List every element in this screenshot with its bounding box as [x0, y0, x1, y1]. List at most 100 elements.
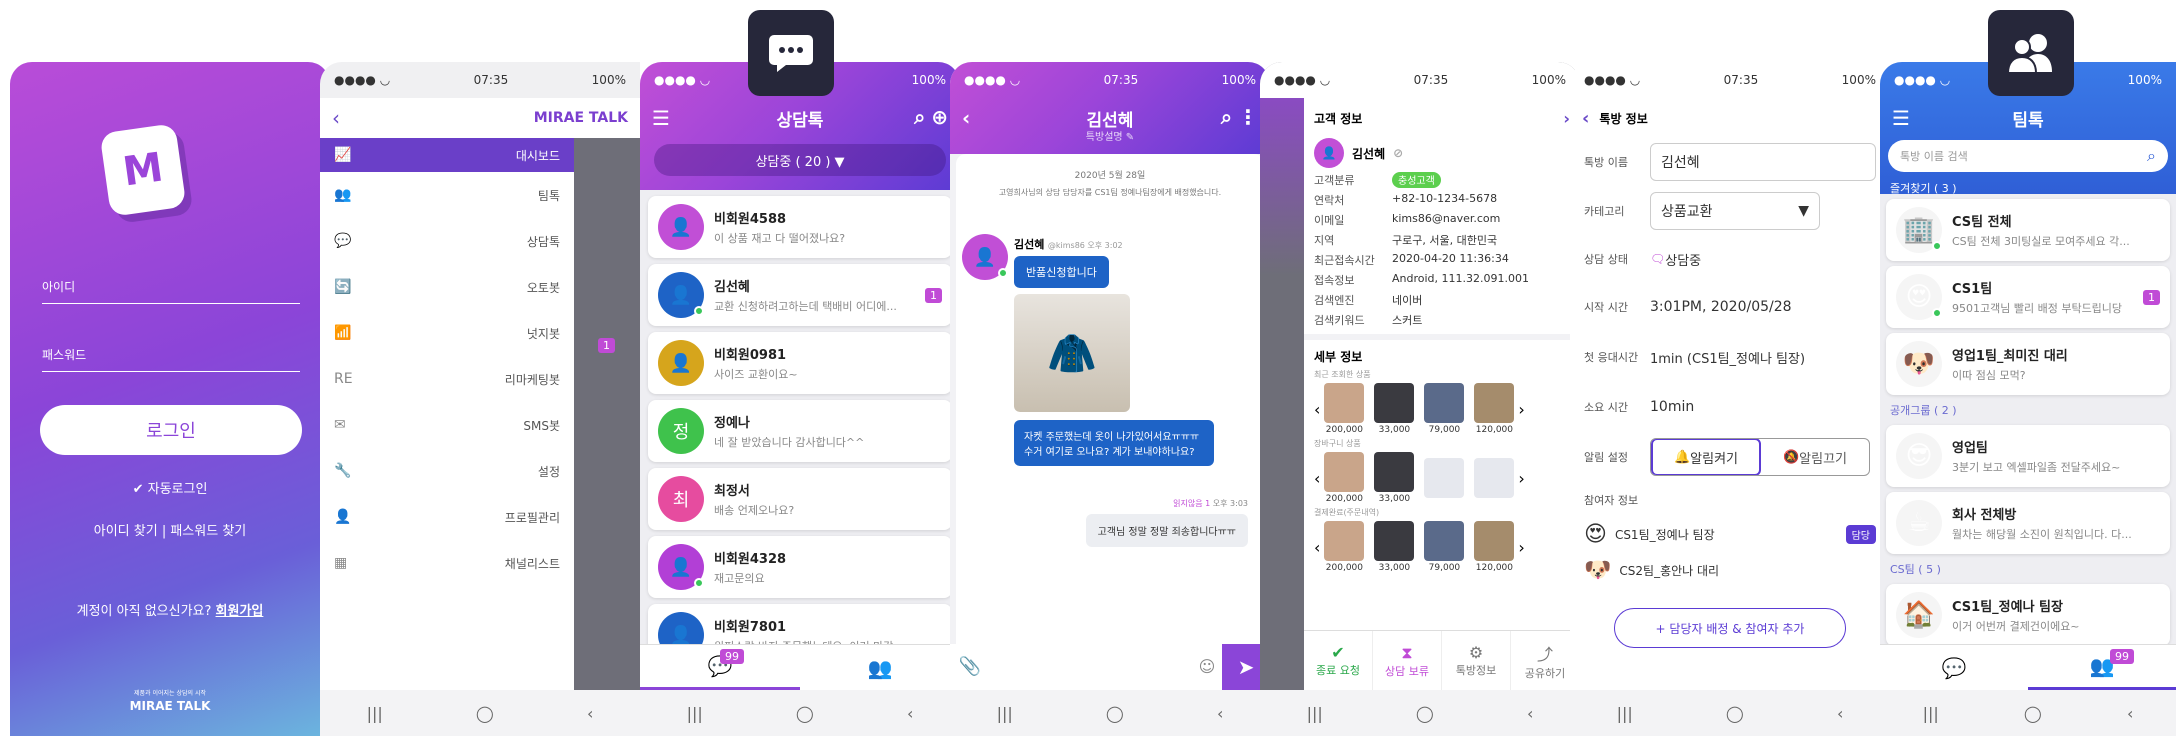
menu-item[interactable]: 💬 상담톡 — [320, 218, 574, 264]
conversation-item[interactable]: 👤 비회원0981 사이즈 교환이요~ — [648, 332, 952, 394]
menu-item[interactable]: ✉ SMS봇 — [320, 402, 574, 448]
emoji-icon[interactable]: ☺ — [1192, 659, 1222, 675]
tab-team[interactable]: 👥 99 — [2028, 645, 2176, 690]
chevron-left-icon[interactable]: ‹ — [1314, 538, 1320, 557]
team-room-item[interactable]: 🏢 CS팀 전체 CS팀 전체 3미팅실로 모여주세요 각... — [1886, 199, 2170, 261]
recents-icon[interactable]: ||| — [367, 704, 383, 723]
alarm-on-button[interactable]: 🔔 알림켜기 — [1651, 439, 1761, 475]
recents-icon[interactable]: ||| — [1617, 704, 1633, 723]
search-icon[interactable]: ⌕ — [2147, 146, 2156, 166]
find-id-link[interactable]: 아이디 찾기 — [94, 524, 158, 539]
home-icon[interactable]: ◯ — [476, 704, 494, 723]
hamburger-menu-icon[interactable]: ☰ — [1892, 108, 1910, 128]
product-thumbnail[interactable] — [1424, 458, 1465, 498]
more-vertical-icon[interactable]: ⋮ — [1238, 107, 1258, 127]
back-icon[interactable]: ‹ — [1217, 704, 1223, 723]
hamburger-menu-icon[interactable]: ☰ — [652, 108, 670, 128]
chevron-right-icon[interactable]: › — [1563, 109, 1570, 128]
back-arrow-icon[interactable]: ‹ — [962, 108, 970, 128]
product-thumbnail[interactable]: 200,000 — [1324, 452, 1365, 504]
conversation-item[interactable]: 정 정예나 네 잘 받았습니다 감사합니다^^ — [648, 400, 952, 462]
customer-avatar[interactable]: 👤 — [962, 234, 1008, 280]
conversation-item[interactable]: 👤 비회원4588 이 상품 재고 다 떨어졌나요? — [648, 196, 952, 258]
product-thumbnail[interactable]: 200,000 — [1324, 383, 1365, 435]
status-filter-dropdown[interactable]: 상담중 ( 20 ) ▼ — [654, 144, 946, 176]
recents-icon[interactable]: ||| — [1923, 704, 1939, 723]
tab-consult[interactable]: 💬 99 — [640, 645, 800, 690]
product-photo[interactable]: 🧥 — [1014, 294, 1130, 412]
participant-row[interactable]: 🐶 CS2팀_홍안나 대리 — [1584, 552, 1876, 588]
chevron-right-icon[interactable]: › — [1518, 538, 1524, 557]
back-arrow-icon[interactable]: ‹ — [332, 108, 340, 128]
recents-icon[interactable]: ||| — [997, 704, 1013, 723]
product-thumbnail[interactable] — [1474, 458, 1515, 498]
product-thumbnail[interactable]: 200,000 — [1324, 521, 1365, 573]
menu-item[interactable]: 👥 팀톡 — [320, 172, 574, 218]
product-thumbnail[interactable]: 33,000 — [1374, 452, 1415, 504]
action-button[interactable]: ⚙ 톡방정보 — [1442, 631, 1511, 690]
room-search-input[interactable]: 톡방 이름 검색 ⌕ — [1888, 140, 2168, 172]
menu-item[interactable]: 🔧 설정 — [320, 448, 574, 494]
category-select[interactable]: 상품교환 ▼ — [1650, 192, 1820, 230]
menu-item[interactable]: 📈 대시보드 — [320, 138, 574, 172]
login-button[interactable]: 로그인 — [40, 405, 302, 455]
dim-overlay[interactable]: 1 — [574, 138, 640, 690]
menu-item[interactable]: 📶 넛지봇 — [320, 310, 574, 356]
product-thumbnail[interactable]: 120,000 — [1474, 383, 1515, 435]
back-icon[interactable]: ‹ — [907, 704, 913, 723]
conversation-item[interactable]: 👤 비회원4328 재고문의요 — [648, 536, 952, 598]
id-field[interactable]: 아이디 — [42, 278, 300, 304]
action-button[interactable]: ✔ 종료 요청 — [1304, 631, 1373, 690]
dim-overlay[interactable] — [1260, 98, 1304, 690]
room-name-input[interactable]: 김선혜 — [1650, 143, 1876, 181]
menu-item[interactable]: ▦ 채널리스트 — [320, 540, 574, 586]
search-icon[interactable]: ⌕ — [914, 107, 925, 127]
recents-icon[interactable]: ||| — [1307, 704, 1323, 723]
product-thumbnail[interactable]: 79,000 — [1424, 521, 1465, 573]
recents-icon[interactable]: ||| — [687, 704, 703, 723]
home-icon[interactable]: ◯ — [2024, 704, 2042, 723]
back-icon[interactable]: ‹ — [2127, 704, 2133, 723]
product-thumbnail[interactable]: 33,000 — [1374, 383, 1415, 435]
block-icon[interactable]: ⊘ — [1393, 146, 1403, 160]
home-icon[interactable]: ◯ — [1416, 704, 1434, 723]
message-input[interactable] — [990, 652, 1192, 682]
menu-item[interactable]: 👤 프로필관리 — [320, 494, 574, 540]
home-icon[interactable]: ◯ — [796, 704, 814, 723]
product-thumbnail[interactable]: 33,000 — [1374, 521, 1415, 573]
conversation-item[interactable]: 최 최정서 배송 언제오나요? — [648, 468, 952, 530]
action-button[interactable]: ⧗ 상담 보류 — [1373, 631, 1442, 690]
back-icon[interactable]: ‹ — [1837, 704, 1843, 723]
chevron-right-icon[interactable]: › — [1518, 469, 1524, 488]
product-thumbnail[interactable]: 120,000 — [1474, 521, 1515, 573]
tab-consult[interactable]: 💬 — [1880, 645, 2028, 690]
new-chat-icon[interactable]: ⊕ — [931, 107, 948, 127]
menu-item[interactable]: RE 리마케팅봇 — [320, 356, 574, 402]
home-icon[interactable]: ◯ — [1726, 704, 1744, 723]
conversation-item[interactable]: 👤 김선혜 교환 신청하려고하는데 택배비 어디에... 1 — [648, 264, 952, 326]
attach-icon[interactable]: 📎 — [950, 658, 990, 676]
team-room-item[interactable]: 🐶 영업1팀_최미진 대리 이따 점심 모먹? — [1886, 333, 2170, 395]
back-arrow-icon[interactable]: ‹ — [1582, 108, 1589, 129]
team-room-item[interactable]: 😍 CS1팀 9501고객님 빨리 배정 부탁드립니당 1 — [1886, 266, 2170, 328]
back-icon[interactable]: ‹ — [587, 704, 593, 723]
team-room-item[interactable]: ☕ 회사 전체방 월차는 해당월 소진이 원칙입니다. 다... — [1886, 492, 2170, 554]
chevron-left-icon[interactable]: ‹ — [1314, 469, 1320, 488]
tab-team[interactable]: 👥 — [800, 645, 960, 690]
participant-row[interactable]: 😍 CS1팀_정예나 팀장 담당 — [1584, 516, 1876, 552]
alarm-off-button[interactable]: 🔕 알림끄기 — [1761, 439, 1869, 475]
chevron-left-icon[interactable]: ‹ — [1314, 400, 1320, 419]
home-icon[interactable]: ◯ — [1106, 704, 1124, 723]
password-field[interactable]: 패스워드 — [42, 346, 300, 372]
auto-login-checkbox[interactable]: ✔ 자동로그인 — [10, 478, 330, 497]
menu-item[interactable]: 🔄 오토봇 — [320, 264, 574, 310]
signup-link[interactable]: 회원가입 — [216, 604, 264, 619]
team-room-item[interactable]: 😎 영업팀 3분기 보고 엑셀파일좀 전달주세요~ — [1886, 425, 2170, 487]
product-thumbnail[interactable]: 79,000 — [1424, 383, 1465, 435]
add-participant-button[interactable]: + 담당자 배정 & 참여자 추가 — [1614, 608, 1846, 648]
team-room-item[interactable]: 🏠 CS1팀_정예나 팀장 이거 어번꺼 결제건이에요~ — [1886, 584, 2170, 646]
back-icon[interactable]: ‹ — [1527, 704, 1533, 723]
chevron-right-icon[interactable]: › — [1518, 400, 1524, 419]
search-icon[interactable]: ⌕ — [1221, 107, 1232, 127]
find-password-link[interactable]: 패스워드 찾기 — [170, 524, 246, 539]
